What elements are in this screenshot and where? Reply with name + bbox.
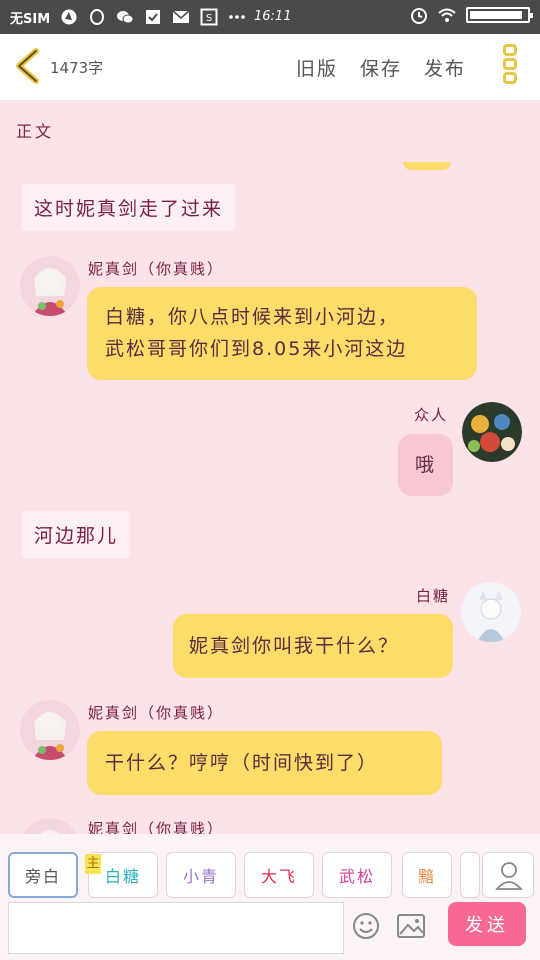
narration-bubble[interactable]: 这时妮真剑走了过来 [22, 184, 236, 231]
avatar[interactable] [20, 700, 80, 760]
message-bubble[interactable]: 妮真剑你叫我干什么？ [173, 614, 453, 678]
speaker-name: 白糖 [416, 587, 451, 605]
word-count: 1473字 [50, 59, 104, 77]
message-line: 武松哥哥你们到8.05来小河这边 [105, 338, 408, 360]
role-dafei[interactable]: 大飞 [244, 852, 314, 898]
task-icon [146, 10, 161, 24]
wifi-icon [438, 8, 456, 22]
speaker-name: 妮真剑（你真贱） [88, 704, 225, 722]
image-icon[interactable] [396, 912, 426, 940]
person-icon [495, 862, 523, 890]
carrier-label: 无SIM [10, 11, 51, 27]
message-bubble[interactable]: 哦 [398, 434, 453, 496]
more-dots-icon [229, 15, 245, 19]
avatar[interactable] [20, 256, 80, 316]
add-role-button[interactable] [482, 852, 534, 898]
send-button[interactable]: 发送 [448, 902, 526, 946]
role-overflow[interactable] [460, 852, 480, 898]
role-xiaoqing[interactable]: 小青 [166, 852, 236, 898]
more-menu-icon[interactable] [500, 44, 520, 90]
wechat-icon [117, 11, 134, 24]
role-partial[interactable]: 黯 [402, 852, 452, 898]
save-button[interactable]: 保存 [360, 54, 402, 81]
svg-text:S: S [206, 13, 212, 24]
browser-icon [61, 9, 77, 25]
emoji-icon[interactable] [352, 912, 380, 940]
speaker-name: 妮真剑（你真贱） [88, 260, 225, 278]
status-bar: 无SIM S 16:11 [0, 0, 540, 34]
back-chevron-icon[interactable] [12, 48, 42, 84]
speaker-name: 众人 [414, 406, 449, 424]
previous-bubble-edge [403, 162, 451, 170]
qq-icon [90, 9, 105, 25]
message-bubble[interactable]: 白糖，你八点时候来到小河边， 武松哥哥你们到8.05来小河这边 [87, 287, 477, 380]
message-line: 白糖，你八点时候来到小河边， [105, 306, 400, 328]
battery-icon [466, 7, 533, 23]
role-wusong[interactable]: 武松 [322, 852, 392, 898]
alarm-icon [411, 8, 427, 24]
screenshot-icon: S [200, 8, 218, 26]
message-bubble[interactable]: 干什么？哼哼（时间快到了） [87, 731, 442, 795]
app-bar: 1473字 旧版 保存 发布 [0, 34, 540, 100]
mail-icon [172, 10, 190, 23]
section-label: 正文 [16, 122, 55, 141]
clock: 16:11 [254, 9, 292, 24]
publish-button[interactable]: 发布 [424, 54, 466, 81]
old-version-button[interactable]: 旧版 [296, 54, 338, 81]
narration-bubble[interactable]: 河边那儿 [22, 511, 131, 558]
avatar[interactable] [462, 402, 522, 462]
main-role-tag: 主 [85, 854, 101, 874]
message-input[interactable] [8, 902, 344, 954]
role-narrator[interactable]: 旁白 [8, 852, 78, 898]
avatar[interactable] [461, 582, 521, 642]
